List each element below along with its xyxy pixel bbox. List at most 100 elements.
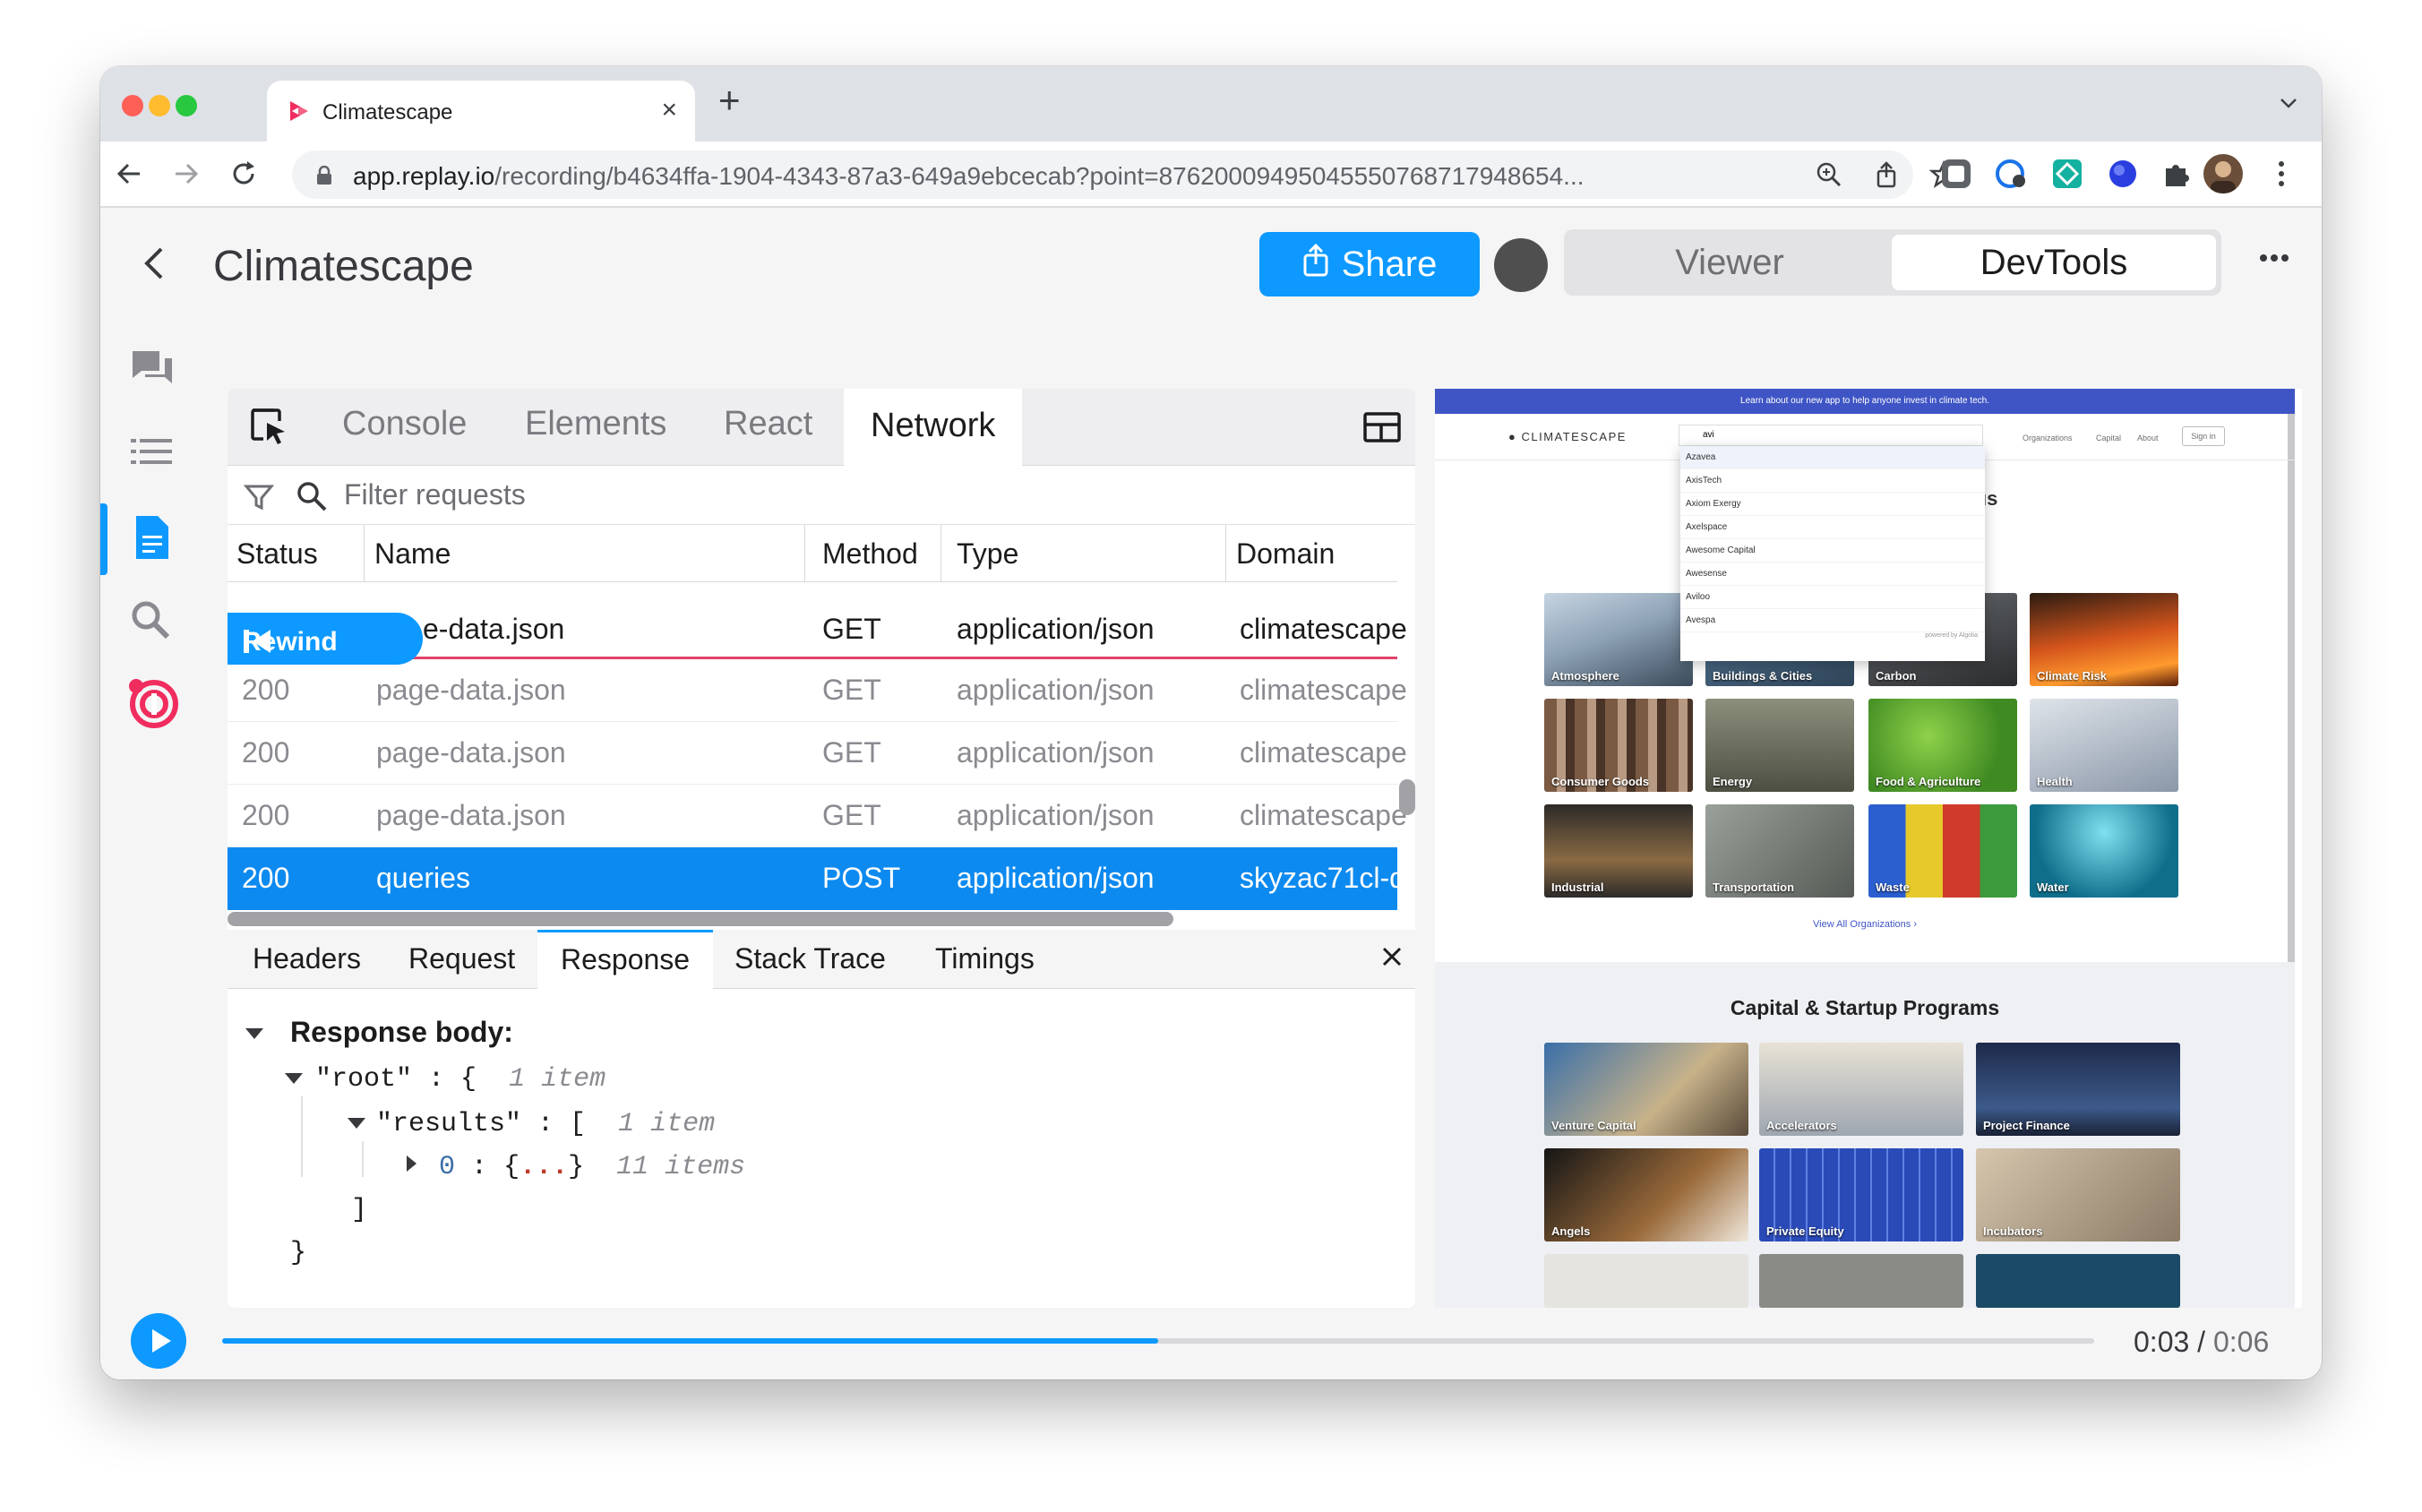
capital-tile[interactable]: Incubators [1976,1148,2180,1241]
tab-headers[interactable]: Headers [253,942,361,975]
category-tile[interactable]: Climate Risk [2030,593,2178,686]
replay-badge-icon[interactable] [127,677,179,734]
table-row[interactable]: 200 page-data.json GET application/json … [228,659,1407,722]
tab-react[interactable]: React [724,405,812,443]
category-tile[interactable]: Health [2030,699,2178,792]
rewind-button[interactable]: Rewind [228,613,423,665]
element-picker-icon[interactable] [249,407,288,451]
column-divider[interactable] [940,525,941,582]
category-tile[interactable]: Atmosphere [1544,593,1693,686]
search-icon[interactable] [129,598,172,646]
suggestion-item[interactable]: Aviloo [1680,586,1985,609]
category-tile[interactable]: Waste [1868,804,2017,898]
suggestion-item[interactable]: AxisTech [1680,469,1985,493]
column-domain[interactable]: Domain [1236,537,1335,571]
browser-tab[interactable]: Climatescape × [267,81,695,142]
category-tile[interactable]: Consumer Goods [1544,699,1693,792]
capital-tile[interactable] [1759,1254,1963,1308]
column-method[interactable]: Method [822,537,918,571]
category-tile[interactable]: Transportation [1705,804,1854,898]
share-button[interactable]: Share [1259,232,1480,296]
category-tile[interactable]: Food & Agriculture [1868,699,2017,792]
tab-timings[interactable]: Timings [935,942,1035,975]
tab-console[interactable]: Console [342,405,467,443]
category-tile[interactable]: Energy [1705,699,1854,792]
timeline-track[interactable] [222,1338,2094,1344]
site-search-input[interactable]: avi [1679,425,1983,446]
expand-arrow-icon[interactable] [407,1155,417,1172]
collapse-arrow-icon[interactable] [348,1118,365,1129]
layout-toggle-icon[interactable] [1363,412,1401,447]
suggestion-item[interactable]: Axelspace [1680,516,1985,539]
signin-button[interactable]: Sign in [2182,426,2225,446]
capital-tile[interactable]: Angels [1544,1148,1748,1241]
chevron-left-icon[interactable] [142,244,167,288]
new-tab-button[interactable]: + [718,79,741,122]
capital-tile[interactable]: Accelerators [1759,1043,1963,1136]
minimize-window-button[interactable] [149,95,170,116]
promo-banner[interactable]: Learn about our new app to help anyone i… [1435,389,2295,414]
table-row[interactable]: 200 page-data.json GET application/json … [228,722,1407,785]
nav-link-capital[interactable]: Capital [2096,434,2121,442]
extension-icon[interactable] [2107,158,2139,194]
table-row[interactable]: 200 page-data.json GET application/json … [228,785,1407,847]
tab-request[interactable]: Request [408,942,515,975]
suggestion-item[interactable]: Axiom Exergy [1680,493,1985,516]
back-arrow-icon[interactable] [113,158,145,194]
list-icon[interactable] [129,434,176,474]
collapse-arrow-icon[interactable] [245,1028,263,1039]
address-bar[interactable]: app.replay.io/recording/b4634ffa-1904-43… [292,150,1959,199]
comments-icon[interactable] [129,348,176,397]
chevron-down-icon[interactable] [2279,97,2298,114]
nav-link-about[interactable]: About [2137,434,2159,442]
suggestion-item[interactable]: Avespa [1680,609,1985,632]
vertical-scrollbar[interactable] [1399,779,1415,815]
viewer-mode-button[interactable]: Viewer [1571,235,1888,290]
devtools-mode-button[interactable]: DevTools [1892,235,2216,290]
tab-response[interactable]: Response [537,930,714,989]
column-divider[interactable] [1225,525,1226,582]
preview-scrollbar[interactable] [2288,389,2295,998]
extension-icon[interactable] [1996,158,2028,194]
collapse-arrow-icon[interactable] [285,1073,303,1084]
column-name[interactable]: Name [374,537,451,571]
category-tile[interactable]: Water [2030,804,2178,898]
more-options-icon[interactable] [2259,251,2289,267]
filter-requests-input[interactable]: Filter requests [344,478,526,511]
puzzle-icon[interactable] [2160,158,2193,194]
zoom-icon[interactable] [1815,160,1843,193]
column-divider[interactable] [364,525,365,582]
play-button[interactable] [131,1313,186,1369]
column-status[interactable]: Status [236,537,318,571]
filter-icon[interactable] [243,484,275,515]
user-avatar[interactable] [1494,238,1548,292]
capital-tile[interactable]: Private Equity [1759,1148,1963,1241]
profile-avatar[interactable] [2203,154,2243,193]
close-icon[interactable] [1376,941,1408,977]
suggestion-item[interactable]: Awesome Capital [1680,539,1985,563]
zoom-window-button[interactable] [176,95,197,116]
close-window-button[interactable] [122,95,143,116]
extension-icon[interactable] [2051,158,2083,194]
view-all-link[interactable]: View All Organizations › [1435,919,2295,930]
forward-arrow-icon[interactable] [170,158,202,194]
column-divider[interactable] [804,525,805,582]
suggestion-item[interactable]: Awesense [1680,563,1985,586]
suggestion-item[interactable]: Azavea [1680,446,1985,469]
horizontal-scrollbar[interactable] [228,912,1173,926]
capital-tile[interactable]: Project Finance [1976,1043,2180,1136]
site-logo[interactable]: ● CLIMATESCAPE [1508,430,1627,443]
category-tile[interactable]: Industrial [1544,804,1693,898]
document-icon[interactable] [134,514,170,565]
column-type[interactable]: Type [957,537,1018,571]
capital-tile[interactable] [1544,1254,1748,1308]
tab-elements[interactable]: Elements [525,405,666,443]
extension-icon[interactable] [1940,158,1972,194]
reload-icon[interactable] [228,158,260,194]
nav-link-organizations[interactable]: Organizations [2023,434,2073,442]
tab-stack-trace[interactable]: Stack Trace [734,942,886,975]
close-tab-icon[interactable]: × [661,95,677,125]
capital-tile[interactable]: Venture Capital [1544,1043,1748,1136]
viewer-preview[interactable]: Learn about our new app to help anyone i… [1435,389,2302,1308]
browser-menu-icon[interactable] [2277,158,2286,194]
